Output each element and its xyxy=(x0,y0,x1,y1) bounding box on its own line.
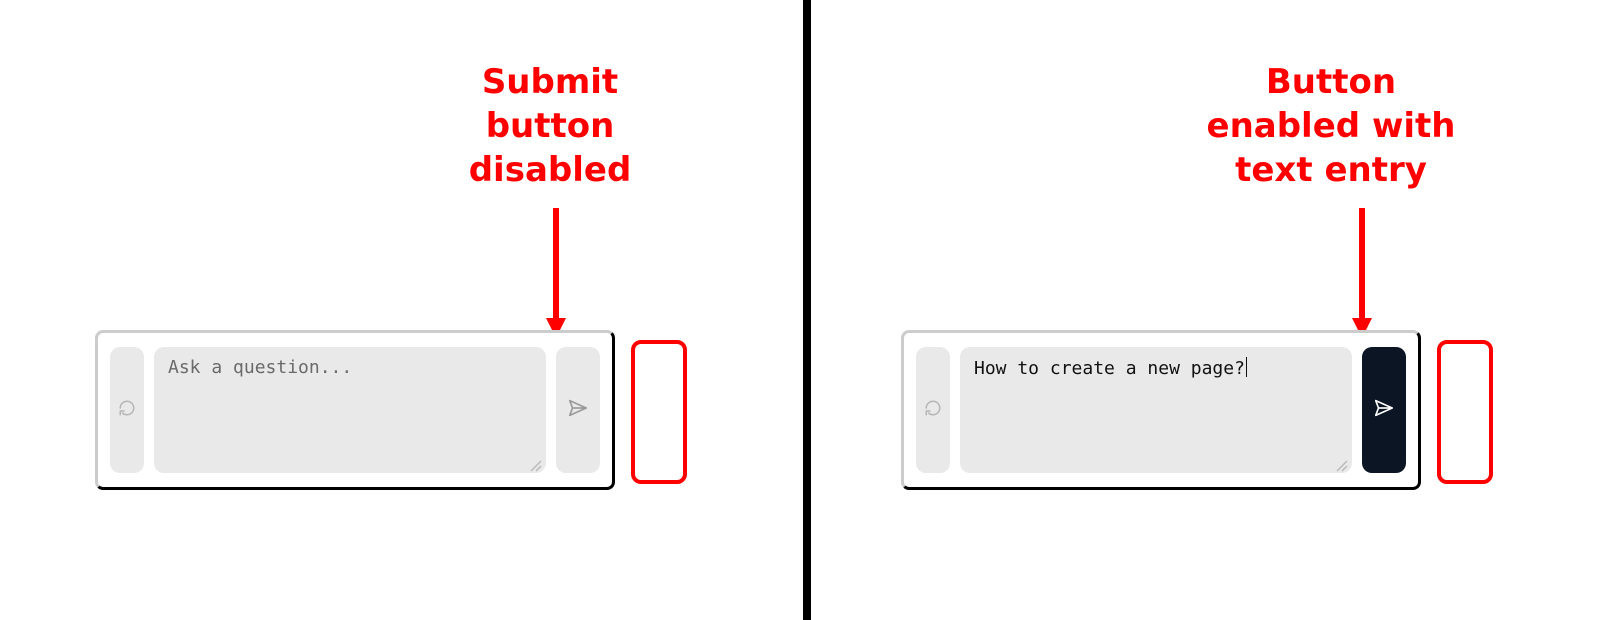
chat-input-bar: How to create a new page? xyxy=(901,330,1421,490)
callout-text-left: Submitbuttondisabled xyxy=(310,60,790,193)
highlight-box xyxy=(631,340,687,484)
refresh-button[interactable] xyxy=(110,347,144,473)
text-caret xyxy=(1246,357,1247,377)
arrow-icon xyxy=(1350,208,1374,338)
send-icon xyxy=(1373,397,1395,423)
resize-grip-icon xyxy=(1334,457,1348,471)
submit-button xyxy=(556,347,600,473)
highlight-box xyxy=(1437,340,1493,484)
chat-input-bar: Ask a question... xyxy=(95,330,615,490)
panel-disabled-state: Submitbuttondisabled Ask a question... xyxy=(0,0,806,620)
refresh-icon xyxy=(118,399,136,421)
submit-button[interactable] xyxy=(1362,347,1406,473)
question-input[interactable]: How to create a new page? xyxy=(960,347,1352,473)
refresh-icon xyxy=(924,399,942,421)
input-placeholder: Ask a question... xyxy=(168,357,352,378)
refresh-button[interactable] xyxy=(916,347,950,473)
arrow-icon xyxy=(544,208,568,338)
panel-enabled-state: Buttonenabled withtext entry How to crea… xyxy=(806,0,1612,620)
vertical-divider xyxy=(803,0,811,620)
callout-text-right: Buttonenabled withtext entry xyxy=(1091,60,1571,193)
question-input[interactable]: Ask a question... xyxy=(154,347,546,473)
resize-grip-icon xyxy=(528,457,542,471)
input-value: How to create a new page? xyxy=(974,358,1245,379)
send-icon xyxy=(567,397,589,423)
